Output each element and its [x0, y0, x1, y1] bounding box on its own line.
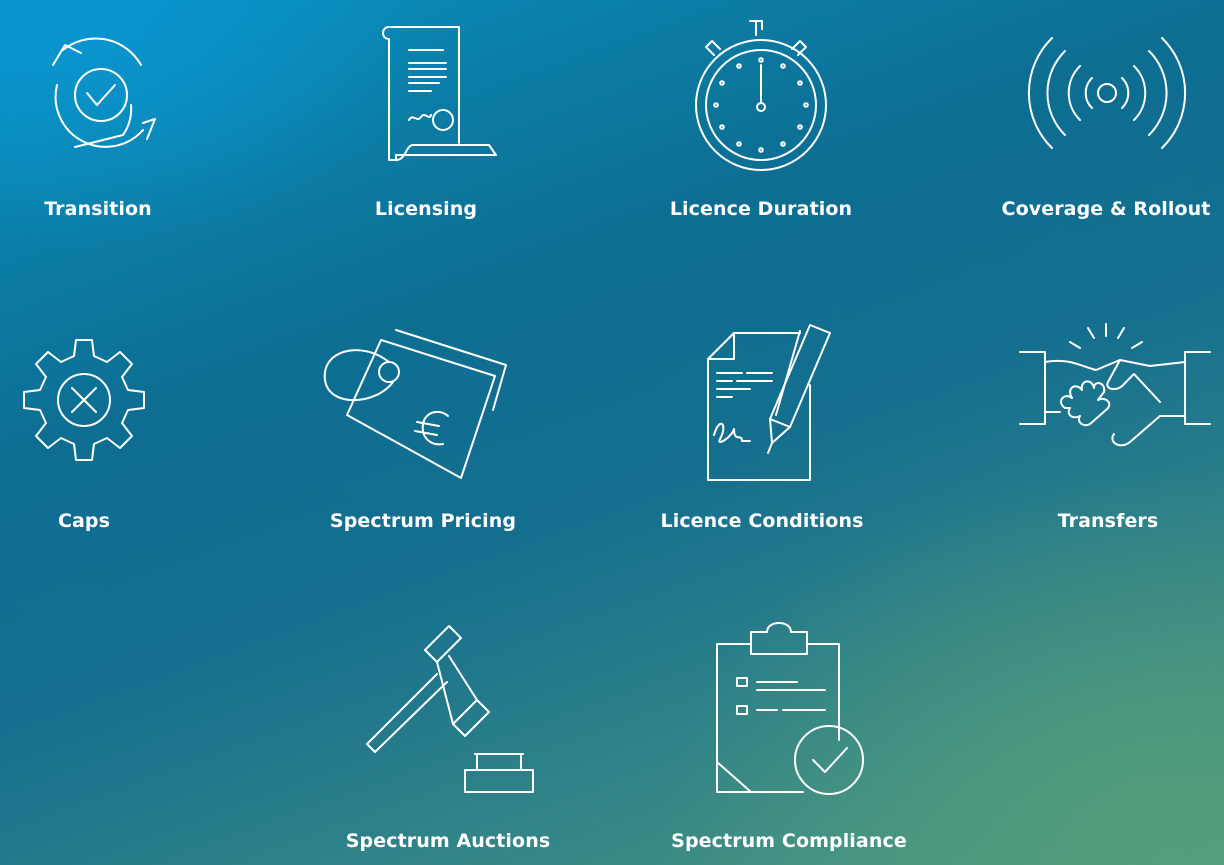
tile-label: Transfers — [1057, 510, 1159, 532]
stopwatch-icon — [695, 20, 827, 171]
signal-broadcast-icon — [1027, 37, 1187, 149]
tile-label: Spectrum Auctions — [345, 830, 551, 852]
gear-x-icon — [23, 339, 145, 461]
clipboard-check-icon — [716, 622, 864, 795]
tile-licence-duration[interactable]: Licence Duration — [631, 0, 891, 240]
circular-arrows-check-icon — [52, 37, 156, 148]
tile-label: Spectrum Pricing — [329, 510, 517, 532]
tile-label: Transition — [44, 198, 152, 220]
handshake-icon — [1019, 323, 1211, 447]
tile-coverage-rollout[interactable]: Coverage & Rollout — [976, 0, 1224, 240]
gavel-icon — [366, 625, 534, 793]
tile-transition[interactable]: Transition — [0, 0, 228, 240]
tile-label: Licensing — [374, 198, 478, 220]
tile-licence-conditions[interactable]: Licence Conditions — [632, 300, 892, 540]
euro-price-tag-icon — [323, 329, 507, 479]
tile-spectrum-auctions[interactable]: Spectrum Auctions — [318, 610, 578, 865]
tile-transfers[interactable]: Transfers — [978, 300, 1224, 540]
tile-spectrum-pricing[interactable]: Spectrum Pricing — [293, 300, 553, 540]
tile-label: Licence Duration — [669, 198, 853, 220]
tile-label: Coverage & Rollout — [1001, 198, 1211, 220]
tile-label: Caps — [57, 510, 111, 532]
tile-licensing[interactable]: Licensing — [296, 0, 556, 240]
tile-spectrum-compliance[interactable]: Spectrum Compliance — [659, 610, 919, 865]
document-pen-signature-icon — [707, 324, 831, 481]
scroll-document-icon — [382, 26, 497, 161]
tile-label: Licence Conditions — [660, 510, 864, 532]
tile-label: Spectrum Compliance — [671, 830, 907, 852]
tile-caps[interactable]: Caps — [0, 300, 214, 540]
